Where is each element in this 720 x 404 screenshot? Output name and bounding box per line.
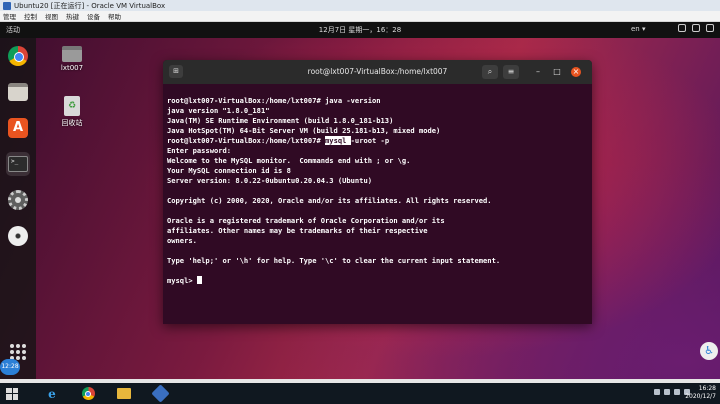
- trash-icon: ♻: [64, 96, 80, 116]
- shell-prompt: root@lxt007-VirtualBox:/home/lxt007#: [167, 136, 326, 145]
- windows-logo-icon: [6, 387, 18, 400]
- terminal-line: Your MySQL connection id is 8: [167, 166, 291, 175]
- menu-manage[interactable]: 管理: [3, 11, 16, 21]
- desktop-trash[interactable]: ♻ 回收站: [52, 96, 92, 128]
- desktop-home-folder[interactable]: lxt007: [52, 46, 92, 72]
- terminal-line: Server version: 8.0.22-0ubuntu0.20.04.3 …: [167, 176, 372, 185]
- minimize-icon[interactable]: –: [533, 67, 543, 77]
- dock: A >_: [0, 38, 36, 379]
- start-button[interactable]: [4, 386, 20, 401]
- mysql-prompt: mysql>: [167, 276, 197, 285]
- text-cursor: [196, 276, 202, 284]
- command-args: -uroot -p: [350, 136, 390, 145]
- terminal-icon: >_: [8, 156, 28, 172]
- terminal-line: Oracle is a registered trademark of Orac…: [167, 216, 445, 225]
- files-icon: [8, 83, 28, 101]
- internet-explorer-icon[interactable]: e: [44, 386, 60, 401]
- disc-icon: [8, 226, 28, 246]
- chrome-icon: [8, 46, 28, 66]
- power-icon: [706, 24, 714, 32]
- terminal-line: affiliates. Other names may be trademark…: [167, 226, 428, 235]
- settings-icon: [8, 190, 28, 210]
- vbox-titlebar: Ubuntu20 [正在运行] - Oracle VM VirtualBox: [0, 0, 720, 11]
- virtualbox-app-icon: [3, 1, 11, 10]
- menu-devices[interactable]: 设备: [87, 11, 100, 21]
- dock-files[interactable]: [6, 80, 30, 104]
- menu-hotkey[interactable]: 热键: [66, 11, 79, 21]
- mysql-command-line: root@lxt007-VirtualBox:/home/lxt007# mys…: [167, 136, 588, 146]
- desktop-trash-label: 回收站: [61, 119, 83, 127]
- system-tray[interactable]: [678, 24, 714, 32]
- dock-chrome[interactable]: [6, 44, 30, 68]
- search-icon[interactable]: ⌕: [482, 65, 498, 79]
- vbox-menubar: 管理 控制 视图 热键 设备 帮助: [0, 11, 720, 22]
- home-folder-icon: [62, 46, 82, 62]
- screen-badge[interactable]: 12:28: [0, 359, 20, 375]
- mysql-prompt-line: mysql>: [167, 276, 588, 286]
- dock-disc[interactable]: [6, 224, 30, 248]
- terminal-line: Welcome to the MySQL monitor. Commands e…: [167, 156, 411, 165]
- gnome-top-bar: 活动 12月7日 星期一，16：28 en ▾: [0, 22, 720, 38]
- windows-taskbar: e 16:28 2020/12/7: [0, 383, 720, 404]
- dock-settings[interactable]: [6, 188, 30, 212]
- dock-terminal[interactable]: >_: [6, 152, 30, 176]
- terminal-line: Java HotSpot(TM) 64-Bit Server VM (build…: [167, 126, 441, 135]
- taskbar-time: 16:28: [698, 385, 716, 392]
- folder-icon: [117, 388, 131, 399]
- vbox-window-title: Ubuntu20 [正在运行] - Oracle VM VirtualBox: [14, 1, 166, 10]
- terminal-line: Copyright (c) 2000, 2020, Oracle and/or …: [167, 196, 492, 205]
- desktop-home-label: lxt007: [60, 64, 84, 72]
- input-method-indicator[interactable]: en ▾: [631, 25, 645, 33]
- guest-screen: 活动 12月7日 星期一，16：28 en ▾ A >_ lxt007 ♻ 回收…: [0, 22, 720, 379]
- terminal-window[interactable]: ⊞ root@lxt007-VirtualBox:/home/lxt007 ⌕ …: [163, 60, 592, 324]
- menu-control[interactable]: 控制: [24, 11, 37, 21]
- chrome-icon: [81, 387, 95, 400]
- terminal-line: owners.: [167, 236, 197, 245]
- terminal-line: java version "1.8.0_181": [167, 106, 270, 115]
- show-apps-icon: [10, 344, 26, 360]
- menu-help[interactable]: 帮助: [108, 11, 121, 21]
- software-center-icon: A: [8, 118, 28, 138]
- menu-view[interactable]: 视图: [45, 11, 58, 21]
- volume-icon: [692, 24, 700, 32]
- terminal-line: Java(TM) SE Runtime Environment (build 1…: [167, 116, 394, 125]
- terminal-line: Type 'help;' or '\h' for help. Type '\c'…: [167, 256, 501, 265]
- terminal-line: root@lxt007-VirtualBox:/home/lxt007# jav…: [167, 96, 381, 105]
- taskbar-clock[interactable]: 16:28 2020/12/7: [685, 385, 716, 401]
- hamburger-menu-icon[interactable]: ≡: [503, 65, 519, 79]
- taskbar-chrome[interactable]: [80, 386, 96, 401]
- accessibility-icon[interactable]: ♿: [700, 342, 718, 360]
- terminal-header[interactable]: ⊞ root@lxt007-VirtualBox:/home/lxt007 ⌕ …: [163, 60, 592, 84]
- close-icon[interactable]: ×: [571, 67, 581, 77]
- terminal-title: root@lxt007-VirtualBox:/home/lxt007: [307, 67, 448, 76]
- taskbar-file-explorer[interactable]: [116, 386, 132, 401]
- dock-software-center[interactable]: A: [6, 116, 30, 140]
- terminal-output[interactable]: root@lxt007-VirtualBox:/home/lxt007# jav…: [163, 84, 592, 306]
- network-icon: [678, 24, 686, 32]
- terminal-line: Enter password:: [167, 146, 232, 155]
- selected-text: mysql: [325, 136, 351, 145]
- maximize-icon[interactable]: □: [552, 67, 562, 77]
- virtualbox-icon: [150, 384, 170, 403]
- taskbar-date: 2020/12/7: [685, 393, 716, 400]
- clock[interactable]: 12月7日 星期一，16：28: [0, 25, 720, 35]
- taskbar-virtualbox[interactable]: [150, 384, 170, 403]
